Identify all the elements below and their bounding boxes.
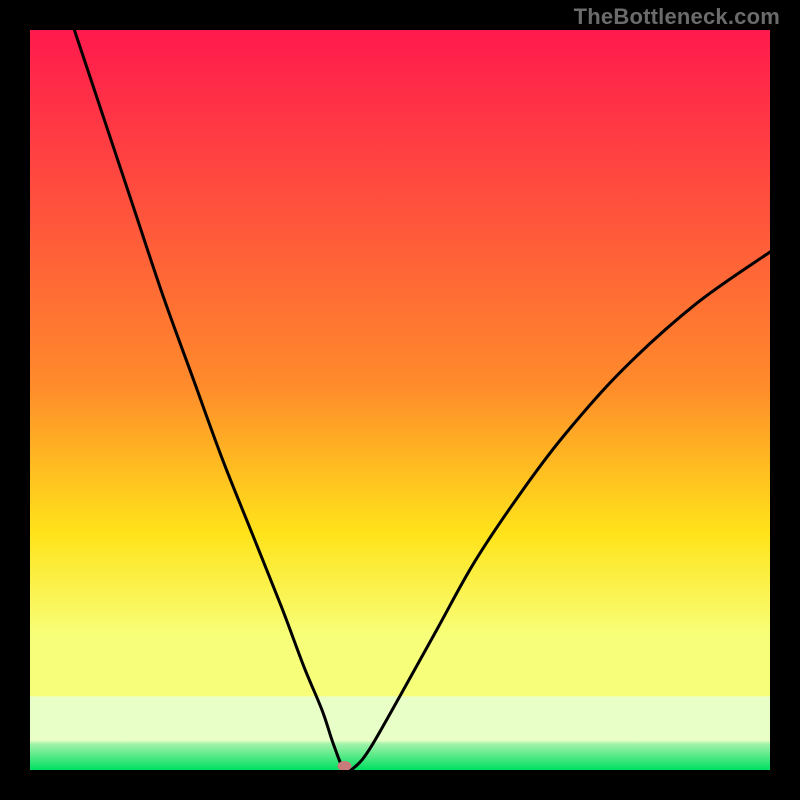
chart-frame: TheBottleneck.com — [0, 0, 800, 800]
watermark-text: TheBottleneck.com — [574, 4, 780, 30]
plot-area — [30, 30, 770, 770]
chart-svg — [30, 30, 770, 770]
